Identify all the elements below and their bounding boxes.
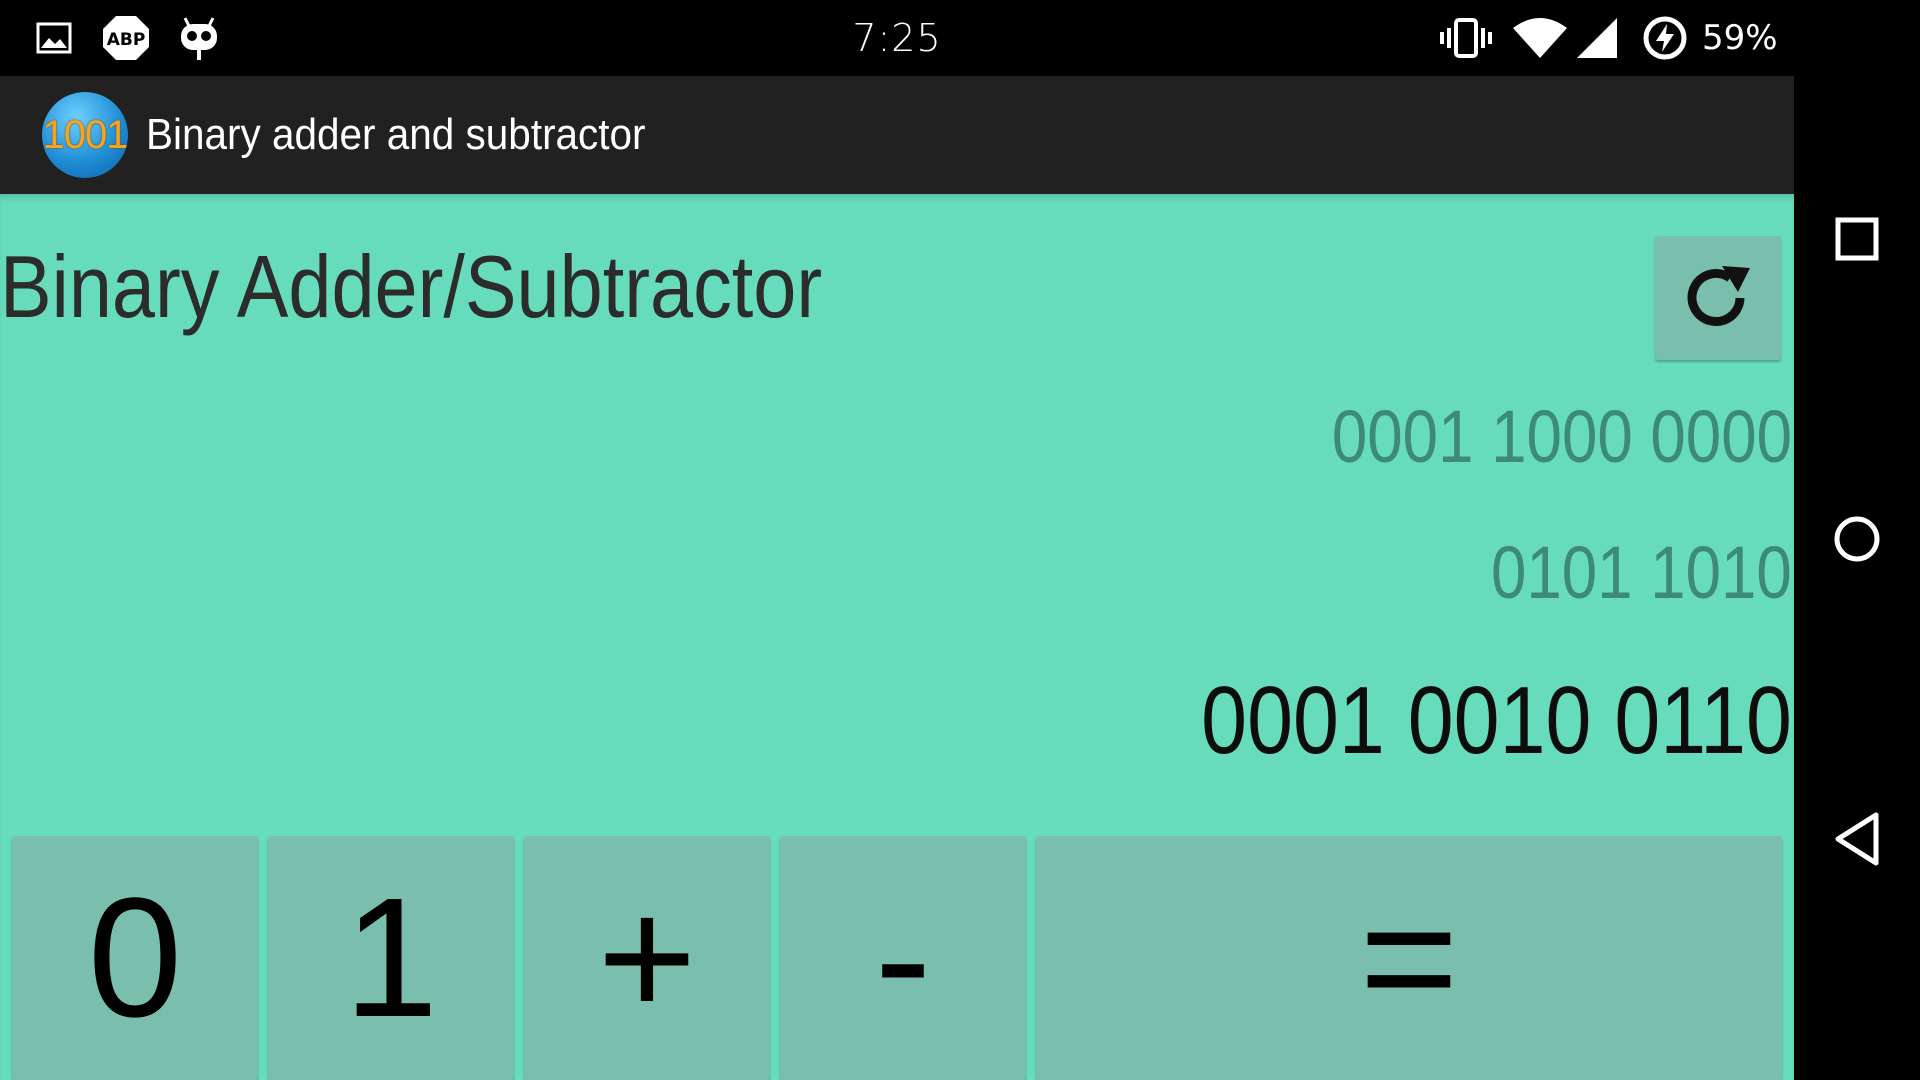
- recents-button[interactable]: [1812, 194, 1902, 284]
- operand-a-display: 0001 1000 0000: [1331, 395, 1792, 478]
- key-label: -: [874, 863, 932, 1053]
- result-display: 0001 0010 0110: [1201, 667, 1792, 774]
- home-button[interactable]: [1812, 494, 1902, 584]
- app-icon[interactable]: 1001: [42, 92, 128, 178]
- app-icon-text: 1001: [42, 112, 129, 157]
- key-equals-button[interactable]: =: [1036, 836, 1782, 1080]
- wifi-icon: [1510, 14, 1570, 62]
- key-label: 1: [343, 863, 439, 1053]
- key-0-button[interactable]: 0: [12, 836, 258, 1080]
- back-button[interactable]: [1812, 794, 1902, 884]
- recents-icon: [1834, 216, 1880, 262]
- back-icon: [1832, 811, 1882, 867]
- action-bar: 1001 Binary adder and subtractor: [0, 76, 1794, 194]
- key-label: =: [1359, 863, 1459, 1053]
- key-label: 0: [87, 863, 183, 1053]
- key-plus-button[interactable]: +: [524, 836, 770, 1080]
- keypad: 0 1 + - =: [0, 822, 1794, 1080]
- key-1-button[interactable]: 1: [268, 836, 514, 1080]
- screen: ABP 7:25 59% 1001 Binary adder and subtr…: [0, 0, 1920, 1080]
- app-title: Binary adder and subtractor: [146, 110, 646, 159]
- reset-button[interactable]: [1655, 236, 1781, 360]
- operand-b-display: 0101 1010: [1491, 531, 1792, 614]
- key-minus-button[interactable]: -: [780, 836, 1026, 1080]
- page-heading: Binary Adder/Subtractor: [0, 237, 823, 336]
- key-label: +: [597, 863, 697, 1053]
- navigation-bar: [1794, 0, 1920, 1080]
- battery-percent: 59%: [1702, 18, 1778, 58]
- vibrate-icon: [1436, 14, 1496, 62]
- calculator-content: Binary Adder/Subtractor 0001 1000 0000 0…: [0, 194, 1794, 1080]
- signal-icon: [1574, 14, 1620, 62]
- status-bar: ABP 7:25 59%: [0, 0, 1794, 76]
- home-icon: [1832, 514, 1882, 564]
- refresh-icon: [1678, 258, 1758, 338]
- battery-charging-icon: [1640, 14, 1690, 62]
